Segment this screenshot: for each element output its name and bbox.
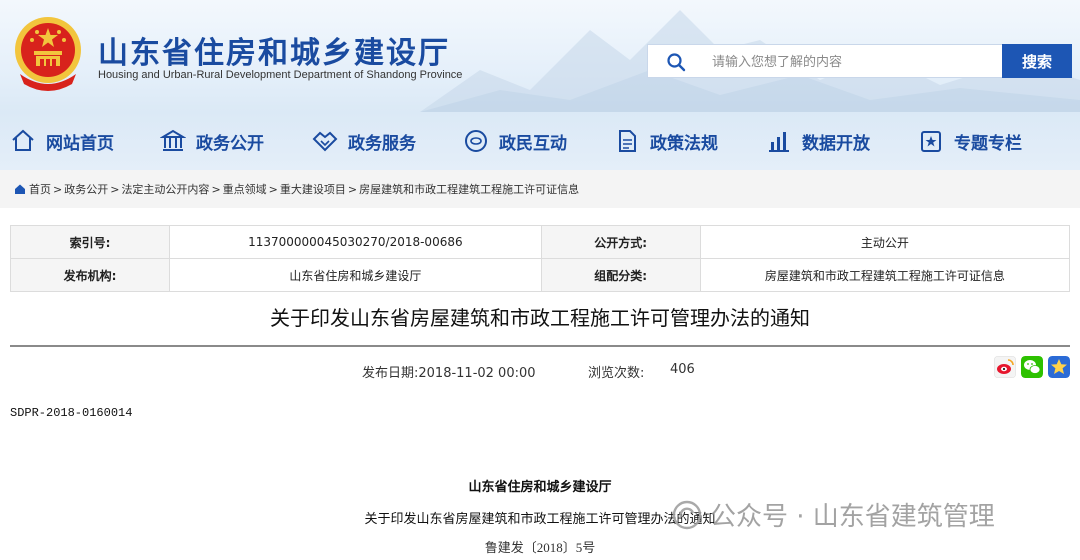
nav-label: 数据开放 [802, 133, 870, 154]
search-button[interactable]: 搜索 [1002, 44, 1072, 78]
index-label: 索引号: [9, 225, 171, 259]
handshake-icon [312, 131, 338, 152]
nav-label: 政务服务 [348, 133, 416, 154]
national-emblem-icon [15, 17, 81, 91]
info-table: 索引号: 113700000045030270/2018-00686 公开方式:… [9, 225, 1071, 292]
breadcrumb-item[interactable]: 首页 [29, 181, 51, 197]
site-header: 山东省住房和城乡建设厅 Housing and Urban-Rural Deve… [0, 0, 1080, 112]
category-value: 房屋建筑和市政工程建筑工程施工许可证信息 [699, 258, 1071, 292]
body-doc-number: 鲁建发〔2018〕5号 [484, 540, 596, 555]
nav-label: 政民互动 [499, 133, 567, 154]
title-divider [10, 345, 1070, 347]
nav-item-interaction[interactable]: 政民互动 [463, 126, 567, 156]
org-label: 发布机构: [9, 258, 171, 292]
government-building-icon [160, 129, 186, 151]
nav-item-government-affairs[interactable]: 政务公开 [160, 126, 264, 156]
breadcrumb-separator: > [347, 182, 358, 196]
nav-item-topics[interactable]: 专题专栏 [918, 126, 1022, 156]
main-nav: 网站首页 政务公开 政务服务 政民互动 政策法规 数据开放 专题专栏 [0, 112, 1080, 170]
home-icon [12, 129, 34, 151]
document-code: SDPR-2018-0160014 [10, 406, 133, 420]
weibo-share-icon[interactable] [994, 356, 1016, 378]
wechat-share-icon[interactable] [1021, 356, 1043, 378]
publish-date: 发布日期:2018-11-02 00:00 [362, 366, 536, 381]
home-icon [15, 184, 25, 194]
site-title: 山东省住房和城乡建设厅 [98, 36, 450, 71]
nav-label: 政策法规 [650, 133, 718, 154]
breadcrumb-separator: > [110, 182, 120, 196]
search-icon [667, 53, 686, 72]
search-input[interactable] [710, 45, 999, 79]
article-title: 关于印发山东省房屋建筑和市政工程施工许可管理办法的通知 [270, 306, 810, 330]
nav-label: 政务公开 [196, 133, 264, 154]
interaction-icon [465, 130, 487, 152]
body-issuer: 山东省住房和城乡建设厅 [468, 479, 612, 494]
nav-label: 网站首页 [46, 133, 114, 154]
breadcrumb-item[interactable]: 重大建设项目 [280, 181, 346, 197]
nav-item-policies[interactable]: 政策法规 [614, 126, 718, 156]
watermark: 公众号 · 山东省建筑管理 [672, 496, 995, 533]
nav-item-home[interactable]: 网站首页 [10, 126, 114, 156]
breadcrumb: 首页 > 政务公开 > 法定主动公开内容 > 重点领域 > 重大建设项目 > 房… [0, 170, 1080, 208]
breadcrumb-separator: > [53, 182, 63, 196]
watermark-text: 公众号 · 山东省建筑管理 [710, 502, 995, 532]
views-count: 406 [670, 362, 695, 377]
mode-value: 主动公开 [699, 225, 1071, 259]
breadcrumb-item[interactable]: 法定主动公开内容 [121, 181, 209, 197]
breadcrumb-item[interactable]: 政务公开 [64, 181, 108, 197]
org-value: 山东省住房和城乡建设厅 [169, 258, 542, 292]
nav-item-services[interactable]: 政务服务 [312, 126, 416, 156]
breadcrumb-separator: > [268, 182, 278, 196]
table-row: 发布机构: 山东省住房和城乡建设厅 组配分类: 房屋建筑和市政工程建筑工程施工许… [9, 258, 1071, 292]
site-subtitle: Housing and Urban-Rural Development Depa… [98, 69, 463, 81]
category-label: 组配分类: [540, 258, 701, 292]
table-row: 索引号: 113700000045030270/2018-00686 公开方式:… [9, 225, 1071, 259]
views-label: 浏览次数: [588, 366, 645, 381]
mode-label: 公开方式: [540, 225, 701, 259]
breadcrumb-item[interactable]: 重点领域 [223, 181, 267, 197]
nav-label: 专题专栏 [954, 133, 1022, 154]
bar-chart-icon [769, 132, 789, 152]
search-box [647, 44, 1002, 79]
favorite-star-icon[interactable] [1048, 356, 1070, 378]
index-value: 113700000045030270/2018-00686 [169, 225, 542, 259]
wechat-official-account-icon [672, 500, 702, 529]
breadcrumb-separator: > [211, 182, 221, 196]
document-icon [619, 130, 636, 152]
topic-icon [921, 131, 941, 152]
breadcrumb-item[interactable]: 房屋建筑和市政工程建筑工程施工许可证信息 [359, 181, 579, 197]
nav-item-open-data[interactable]: 数据开放 [766, 126, 870, 156]
